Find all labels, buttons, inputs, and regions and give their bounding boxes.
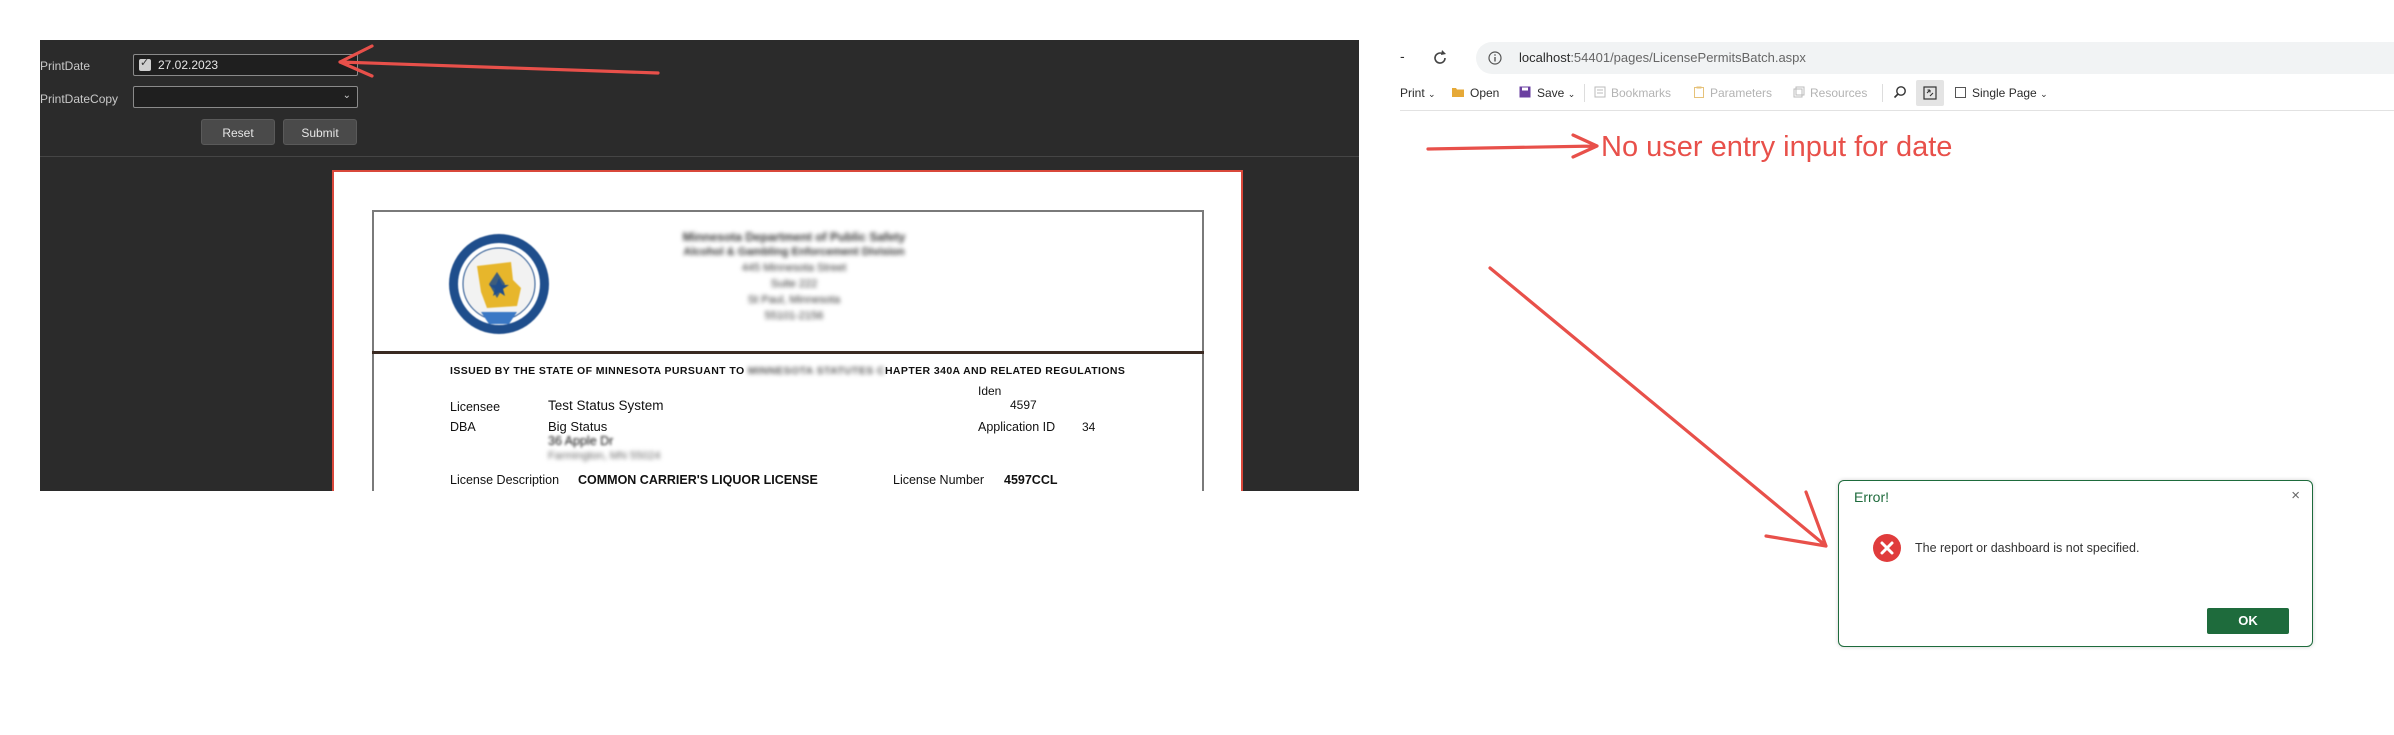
error-message: The report or dashboard is not specified… — [1915, 541, 2140, 555]
save-menu[interactable]: Save ⌄ — [1537, 86, 1575, 100]
search-icon[interactable] — [1893, 85, 1907, 99]
licensee-value: Test Status System — [548, 398, 664, 413]
reset-button[interactable]: Reset — [201, 119, 275, 145]
printdatecopy-input[interactable]: ⌄ — [133, 86, 358, 108]
license-description-value: COMMON CARRIER'S LIQUOR LICENSE — [578, 473, 818, 487]
header-line-5: St Paul, Minnesota — [747, 294, 841, 306]
info-icon[interactable] — [1488, 51, 1502, 65]
resources-button[interactable]: Resources — [1810, 86, 1867, 100]
open-button[interactable]: Open — [1470, 86, 1499, 100]
annotation-text: No user entry input for date — [1601, 131, 1953, 163]
address-line-1: 36 Apple Dr — [548, 434, 614, 448]
url-path: :54401/pages/LicensePermitsBatch.aspx — [1570, 50, 1806, 65]
application-id-value: 34 — [1082, 420, 1096, 434]
toolbar-divider — [1584, 84, 1585, 102]
report-page: Minnesota Department of Public Safety Al… — [332, 170, 1243, 491]
parameters-icon — [1694, 86, 1704, 98]
printdate-value: 27.02.2023 — [158, 58, 219, 72]
toolbar-bottom-border — [1400, 110, 2394, 111]
arrow-to-error-dialog — [1488, 266, 1828, 548]
iden-label: Iden — [978, 384, 1002, 398]
application-id-label: Application ID — [978, 420, 1056, 434]
iden-value: 4597 — [1010, 398, 1037, 412]
submit-button[interactable]: Submit — [283, 119, 357, 145]
address-line-2: Farmington, MN 55024 — [548, 450, 661, 462]
bookmarks-button[interactable]: Bookmarks — [1611, 86, 1671, 100]
header-line-4: Suite 222 — [770, 278, 818, 290]
refresh-icon[interactable] — [1430, 48, 1450, 68]
issued-prefix: ISSUED BY THE STATE OF MINNESOTA PURSUAN… — [450, 365, 745, 377]
chevron-down-icon[interactable]: ⌄ — [343, 58, 351, 69]
license-number-value: 4597CCL — [1004, 473, 1058, 487]
printdate-input[interactable]: 27.02.2023 ⌄ — [133, 54, 358, 76]
single-page-checkbox[interactable] — [1955, 87, 1966, 98]
issued-line: ISSUED BY THE STATE OF MINNESOTA PURSUAN… — [450, 365, 1125, 377]
bookmark-icon — [1594, 86, 1606, 98]
chevron-down-icon: ⌄ — [2040, 89, 2048, 99]
param-label-printdate: PrintDate — [40, 59, 91, 73]
error-dialog: Error! × The report or dashboard is not … — [1838, 480, 2313, 647]
licensee-label: Licensee — [450, 400, 501, 414]
divider — [40, 156, 1359, 157]
param-label-printdatecopy: PrintDateCopy — [40, 92, 119, 106]
resources-icon — [1793, 86, 1805, 98]
save-icon — [1519, 86, 1531, 98]
folder-icon — [1452, 88, 1464, 97]
error-icon — [1873, 534, 1901, 562]
parameters-button[interactable]: Parameters — [1710, 86, 1772, 100]
address-bar[interactable]: localhost:54401/pages/LicensePermitsBatc… — [1476, 42, 2394, 74]
url-text[interactable]: localhost:54401/pages/LicensePermitsBatc… — [1519, 50, 1806, 65]
department-seal-logo — [449, 234, 549, 334]
printdate-checkbox[interactable] — [139, 56, 151, 71]
single-page-toggle[interactable]: Single Page ⌄ — [1972, 86, 2048, 100]
issued-blurred: MINNESOTA STATUTES C — [747, 365, 885, 377]
print-menu[interactable]: Print ⌄ — [1400, 86, 1436, 100]
header-line-2: Alcohol & Gambling Enforcement Division — [683, 246, 905, 258]
single-page-label: Single Page — [1972, 86, 2037, 100]
report-separator — [372, 351, 1204, 354]
header-line-3: 445 Minnesota Street — [741, 262, 847, 274]
toolbar-divider — [1882, 84, 1883, 102]
chevron-down-icon[interactable]: ⌄ — [343, 90, 351, 101]
dba-label: DBA — [450, 420, 476, 434]
dialog-title: Error! — [1854, 489, 1889, 505]
fit-page-icon — [1923, 86, 1937, 100]
print-label: Print — [1400, 86, 1425, 100]
ok-button[interactable]: OK — [2207, 608, 2289, 634]
url-host: localhost — [1519, 50, 1571, 65]
fit-page-button[interactable] — [1916, 80, 1944, 106]
chevron-down-icon: ⌄ — [1428, 89, 1436, 99]
header-line-6: 55101-2156 — [764, 310, 824, 322]
license-number-label: License Number — [893, 473, 985, 487]
arrow-to-annotation — [1426, 133, 1599, 159]
dba-value: Big Status — [548, 419, 608, 434]
report-viewer-panel: PrintDate 27.02.2023 ⌄ PrintDateCopy ⌄ R… — [40, 40, 1359, 491]
chevron-down-icon: ⌄ — [1567, 89, 1576, 99]
back-dash[interactable]: - — [1400, 48, 1405, 64]
save-label: Save — [1537, 86, 1565, 100]
issued-suffix: HAPTER 340A AND RELATED REGULATIONS — [884, 365, 1126, 377]
header-line-1: Minnesota Department of Public Safety — [682, 230, 906, 244]
close-icon[interactable]: × — [2291, 487, 2300, 504]
license-description-label: License Description — [450, 473, 560, 487]
